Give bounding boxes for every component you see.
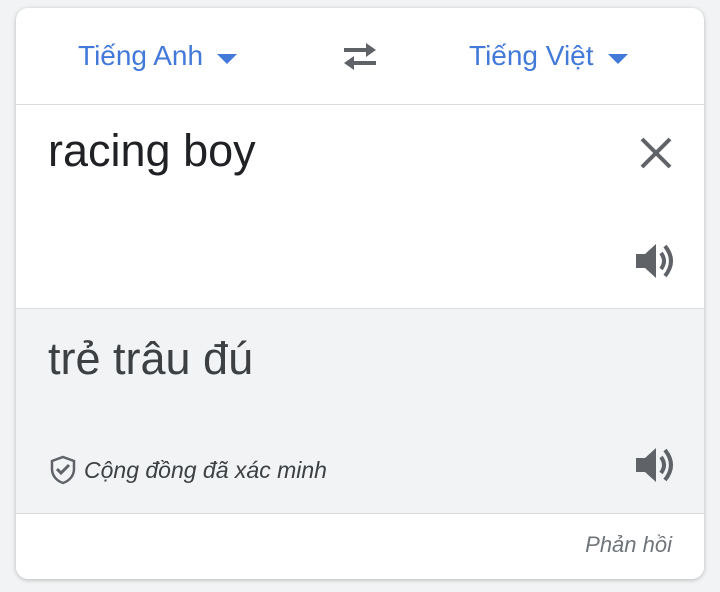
source-language-label: Tiếng Anh [78,40,204,71]
speaker-icon [636,448,673,482]
shield-check-icon [50,455,76,485]
verified-label: Cộng đồng đã xác minh [84,456,327,483]
verified-badge: Cộng đồng đã xác minh [50,455,327,485]
translate-card: Tiếng Anh Tiếng Việt racing boy trẻ trâu… [16,8,704,579]
source-listen-button[interactable] [634,241,678,281]
source-text[interactable]: racing boy [48,125,256,177]
target-language-label: Tiếng Việt [469,40,594,71]
chevron-down-icon [217,54,238,64]
swap-languages-button[interactable] [336,36,384,76]
clear-button[interactable] [636,133,676,173]
feedback-link[interactable]: Phản hồi [585,532,672,558]
translation-listen-button[interactable] [634,445,678,485]
close-icon [640,137,672,169]
language-bar: Tiếng Anh Tiếng Việt [16,8,704,105]
target-language-selector[interactable]: Tiếng Việt [469,36,628,76]
source-input-area[interactable]: racing boy [16,105,704,309]
translated-text: trẻ trâu đú [48,333,254,384]
speaker-icon [636,244,673,278]
chevron-down-icon [607,54,628,64]
swap-icon [344,43,376,70]
footer: Phản hồi [16,514,704,579]
source-language-selector[interactable]: Tiếng Anh [78,36,238,76]
translation-output-area: trẻ trâu đú Cộng đồng đã xác minh [16,309,704,514]
